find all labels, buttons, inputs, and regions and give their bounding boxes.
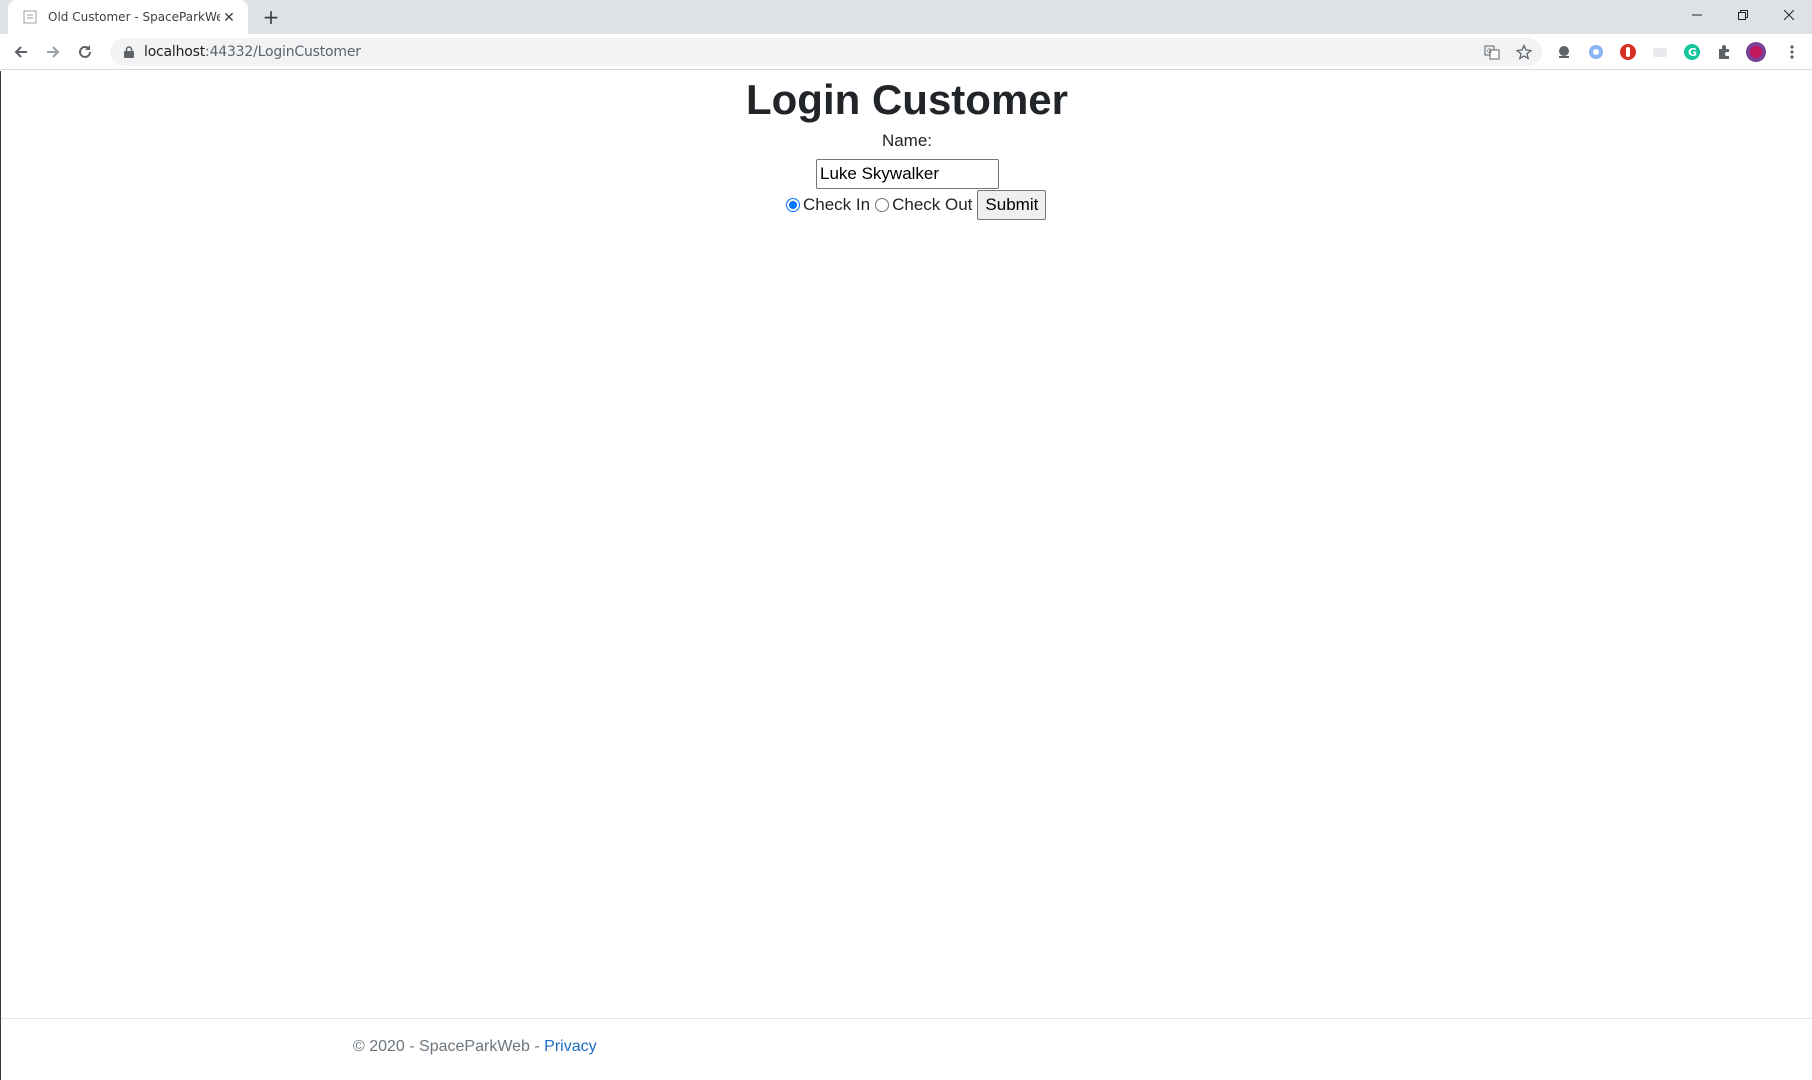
check-in-radio[interactable] bbox=[786, 198, 800, 212]
browser-toolbar: localhost:44332/LoginCustomer G G bbox=[0, 34, 1812, 70]
svg-text:G: G bbox=[1688, 46, 1697, 59]
check-option-row: Check In Check Out Submit bbox=[783, 190, 1047, 220]
grey-extension-icon[interactable] bbox=[1648, 40, 1672, 64]
name-label: Name: bbox=[881, 131, 933, 150]
browser-menu-icon[interactable] bbox=[1780, 40, 1804, 64]
back-icon[interactable] bbox=[8, 39, 34, 65]
bookmark-star-icon[interactable] bbox=[1514, 42, 1534, 62]
footer: © 2020 - SpaceParkWeb - Privacy bbox=[1, 1018, 1812, 1080]
new-tab-icon[interactable]: + bbox=[260, 5, 282, 29]
tab-title: Old Customer - SpaceParkWeb bbox=[48, 10, 220, 24]
page-viewport: Login Customer Name: Check In Check Out … bbox=[0, 71, 1812, 1080]
incognito-extension-icon[interactable] bbox=[1552, 40, 1576, 64]
page-title: Login Customer bbox=[746, 76, 1068, 123]
translate-icon[interactable]: G bbox=[1482, 42, 1502, 62]
submit-button[interactable]: Submit bbox=[977, 190, 1047, 220]
name-input[interactable] bbox=[816, 159, 999, 189]
tab-strip: Old Customer - SpaceParkWeb ✕ + bbox=[0, 0, 1812, 34]
browser-tab[interactable]: Old Customer - SpaceParkWeb ✕ bbox=[8, 0, 248, 34]
url-host: localhost bbox=[144, 44, 206, 60]
privacy-link[interactable]: Privacy bbox=[544, 1038, 596, 1055]
copyright-text: © 2020 - SpaceParkWeb - bbox=[353, 1038, 545, 1055]
red-extension-icon[interactable] bbox=[1616, 40, 1640, 64]
url-path: :44332/LoginCustomer bbox=[205, 44, 361, 60]
blue-extension-icon[interactable] bbox=[1584, 40, 1608, 64]
extensions-bar: G bbox=[1552, 40, 1768, 64]
check-in-label[interactable]: Check In bbox=[803, 195, 870, 215]
page-favicon-icon bbox=[22, 9, 38, 25]
lock-icon[interactable] bbox=[122, 45, 136, 59]
grammarly-icon[interactable]: G bbox=[1680, 40, 1704, 64]
close-tab-icon[interactable]: ✕ bbox=[220, 8, 238, 26]
url-text: localhost:44332/LoginCustomer bbox=[144, 44, 361, 60]
reload-icon[interactable] bbox=[72, 39, 98, 65]
check-out-radio[interactable] bbox=[875, 198, 890, 212]
svg-text:G: G bbox=[1487, 48, 1492, 55]
address-bar[interactable]: localhost:44332/LoginCustomer G bbox=[110, 38, 1542, 66]
window-controls bbox=[1674, 0, 1812, 30]
extensions-puzzle-icon[interactable] bbox=[1712, 40, 1736, 64]
check-out-label[interactable]: Check Out bbox=[892, 195, 972, 215]
restore-icon[interactable] bbox=[1720, 0, 1766, 30]
minimize-icon[interactable] bbox=[1674, 0, 1720, 30]
close-window-icon[interactable] bbox=[1766, 0, 1812, 30]
profile-avatar[interactable] bbox=[1744, 40, 1768, 64]
forward-icon[interactable] bbox=[40, 39, 66, 65]
footer-text: © 2020 - SpaceParkWeb - Privacy bbox=[353, 1038, 597, 1056]
